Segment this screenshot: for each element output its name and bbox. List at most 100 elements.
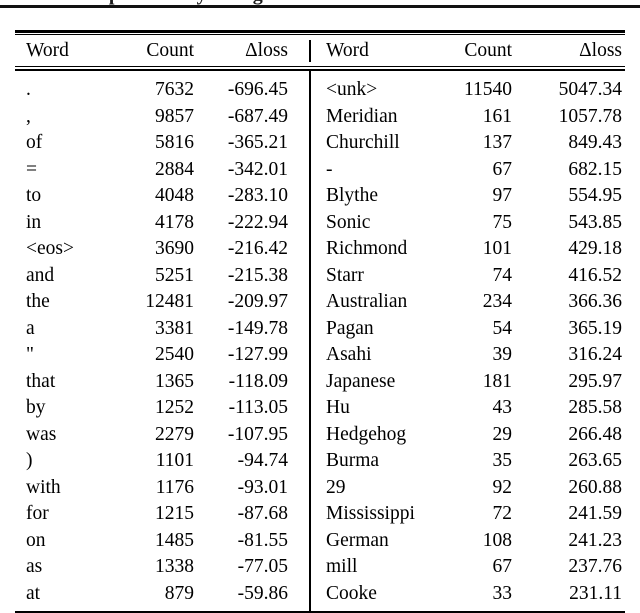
cell-right-count: 67 xyxy=(492,556,513,578)
divider-line xyxy=(309,314,311,344)
cell-right-delta-loss: 849.43 xyxy=(568,132,622,154)
cell-left-count: 2279 xyxy=(155,423,194,445)
cell-right-word: <unk> xyxy=(317,71,449,104)
cell-right-count: 181 xyxy=(482,370,512,392)
cell-right-delta-loss: 429.18 xyxy=(568,238,622,260)
cell-right-count: 11540 xyxy=(449,71,522,104)
table-row: on 1485 -81.55 German 108 241.23 xyxy=(15,526,625,556)
table-row: to 4048 -283.10 Blythe 97 554.95 xyxy=(15,182,625,211)
column-divider xyxy=(303,288,317,317)
cell-left-count: 3690 xyxy=(155,238,194,260)
column-divider xyxy=(303,102,317,132)
cell-right-word: Churchill xyxy=(326,132,400,154)
token-loss-table-body: . 7632 -696.45 <unk> 11540 5047.34, 9857 -687.4… xyxy=(15,70,625,612)
cell-right-count: 137 xyxy=(482,132,512,154)
cell-right-word: Pagan xyxy=(326,317,374,339)
cell-left-word: on xyxy=(26,529,46,551)
column-divider xyxy=(303,553,317,582)
header-right-count: Count xyxy=(464,40,512,62)
cell-right-delta-loss: 365.19 xyxy=(568,317,622,339)
cell-left-delta-loss: -342.01 xyxy=(227,158,288,180)
column-divider xyxy=(303,367,317,397)
header-right-delta-loss: Δloss xyxy=(579,40,622,62)
column-divider xyxy=(303,155,317,185)
cell-left-word: as xyxy=(26,556,43,578)
cell-left-count: 1365 xyxy=(155,370,194,392)
cell-left-word: a xyxy=(26,317,35,339)
cell-right-delta-loss: 1057.78 xyxy=(558,105,622,127)
table-row: ) 1101 -94.74 Burma 35 263.65 xyxy=(15,447,625,476)
cell-right-count: 72 xyxy=(492,503,513,525)
cell-right-count: 108 xyxy=(482,529,512,551)
column-divider xyxy=(303,261,317,291)
cell-left-delta-loss: -94.74 xyxy=(237,450,288,472)
cell-left-count: 1215 xyxy=(155,503,194,525)
column-divider xyxy=(303,500,317,529)
cell-left-count: 2884 xyxy=(155,158,194,180)
cell-right-word: Japanese xyxy=(326,370,396,392)
table-row: " 2540 -127.99 Asahi 39 316.24 xyxy=(15,341,625,370)
cell-left-count: 7632 xyxy=(116,71,202,104)
cell-right-word: Richmond xyxy=(326,238,408,260)
cell-right-word: Starr xyxy=(326,264,364,286)
cell-right-word: Blythe xyxy=(326,185,378,207)
cell-right-word: mill xyxy=(326,556,358,578)
table-row: = 2884 -342.01 - 67 682.15 xyxy=(15,155,625,185)
header-left-word: Word xyxy=(26,40,69,62)
cell-left-count: 879 xyxy=(164,582,194,604)
table-row: <eos> 3690 -216.42 Richmond 101 429.18 xyxy=(15,235,625,264)
cell-right-count: 39 xyxy=(492,344,513,366)
header-row: Word Count Δloss Word Count Δloss xyxy=(15,35,625,66)
divider-line xyxy=(309,261,311,291)
cell-left-word: <eos> xyxy=(26,238,74,260)
cell-left-delta-loss: -365.21 xyxy=(227,132,288,154)
table-row: as 1338 -77.05 mill 67 237.76 xyxy=(15,553,625,582)
cell-left-count: 12481 xyxy=(145,291,194,313)
cell-left-count: 3381 xyxy=(155,317,194,339)
cell-left-word: by xyxy=(26,397,46,419)
header-left-count: Count xyxy=(146,40,194,62)
cell-left-delta-loss: -149.78 xyxy=(227,317,288,339)
results-table: Word Count Δloss Word Count Δloss . 7632 -… xyxy=(15,30,625,613)
cell-left-delta-loss: -127.99 xyxy=(227,344,288,366)
divider-line xyxy=(309,473,311,503)
cell-left-word: to xyxy=(26,185,42,207)
table-row: the 12481 -209.97 Australian 234 366.36 xyxy=(15,288,625,317)
divider-line xyxy=(309,447,311,476)
cell-right-word: Meridian xyxy=(326,105,398,127)
cell-left-count: 1338 xyxy=(155,556,194,578)
cell-left-word: at xyxy=(26,582,41,604)
divider-line xyxy=(309,208,311,238)
cell-left-count: 5816 xyxy=(155,132,194,154)
cell-left-word: the xyxy=(26,291,50,313)
cell-left-count: 9857 xyxy=(155,105,194,127)
page-top-rule xyxy=(0,5,640,8)
column-divider xyxy=(303,579,317,612)
cell-right-delta-loss: 237.76 xyxy=(568,556,622,578)
table-row: . 7632 -696.45 <unk> 11540 5047.34 xyxy=(15,70,625,105)
cell-right-word: Hu xyxy=(326,397,350,419)
cell-right-word-text: <unk> xyxy=(326,79,378,101)
cell-left-delta-loss-text: -696.45 xyxy=(227,79,288,101)
divider-line xyxy=(309,102,311,132)
cell-right-count: 97 xyxy=(492,185,513,207)
column-divider xyxy=(303,235,317,264)
cell-right-word: Burma xyxy=(326,450,380,472)
column-divider xyxy=(303,314,317,344)
divider-line xyxy=(309,70,311,105)
column-divider xyxy=(303,447,317,476)
cell-right-delta-loss: 543.85 xyxy=(568,211,622,233)
table-row: of 5816 -365.21 Churchill 137 849.43 xyxy=(15,129,625,158)
table-row: with 1176 -93.01 29 92 260.88 xyxy=(15,473,625,503)
cell-right-delta-loss: 231.11 xyxy=(569,582,622,604)
cell-right-word: Sonic xyxy=(326,211,371,233)
header-right-word: Word xyxy=(326,40,369,62)
cell-right-count: 67 xyxy=(492,158,513,180)
divider-line xyxy=(309,288,311,317)
cell-right-word: Asahi xyxy=(326,344,372,366)
cell-left-word: = xyxy=(26,158,37,180)
column-divider xyxy=(303,129,317,158)
table-row: that 1365 -118.09 Japanese 181 295.97 xyxy=(15,367,625,397)
cell-right-delta-loss: 416.52 xyxy=(568,264,622,286)
cell-left-delta-loss: -77.05 xyxy=(237,556,288,578)
